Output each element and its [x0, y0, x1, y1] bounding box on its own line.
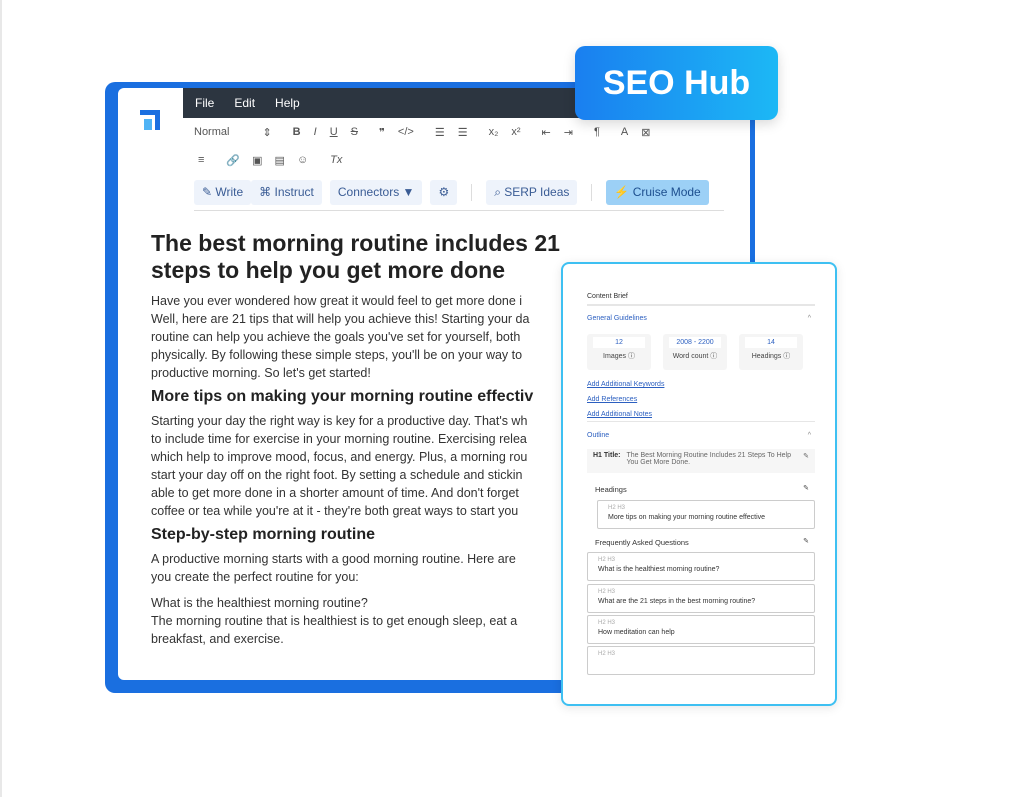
chevron-up-icon[interactable]: ^ — [808, 315, 811, 322]
faq-label: Frequently Asked Questions — [595, 538, 689, 547]
bullet-list-button[interactable]: ☰ — [458, 126, 468, 139]
divider — [587, 421, 815, 422]
superscript-button[interactable]: x² — [511, 126, 520, 139]
image-button[interactable]: ▣ — [252, 154, 262, 167]
italic-button[interactable]: I — [314, 126, 317, 139]
style-select-arrow-icon[interactable]: ⇕ — [262, 126, 271, 139]
app-logo — [140, 110, 160, 130]
instruct-button[interactable]: ⌘ Instruct — [251, 180, 322, 205]
edit-icon[interactable]: ✎ — [803, 452, 809, 470]
outdent-button[interactable]: ⇤ — [542, 126, 551, 139]
heading-item[interactable]: H2 H3 More tips on making your morning ro… — [597, 500, 815, 529]
headings-label: Headings — [595, 485, 627, 494]
serp-ideas-button[interactable]: ⌕ SERP Ideas — [486, 180, 578, 205]
general-guidelines-header[interactable]: General Guidelines — [587, 315, 647, 322]
outline-header[interactable]: Outline — [587, 432, 609, 439]
edit-icon[interactable]: ✎ — [803, 484, 809, 492]
indent-button[interactable]: ⇥ — [564, 126, 573, 139]
add-keywords-link[interactable]: Add Additional Keywords — [587, 381, 664, 388]
action-bar: ✎ Write ⌘ Instruct Connectors ▼ ⚙ ⌕ SERP… — [194, 180, 724, 211]
background-color-button[interactable]: ⊠ — [641, 126, 650, 139]
panel-title: Content Brief — [587, 293, 628, 300]
text-color-button[interactable]: A — [621, 126, 628, 139]
h1-title-row[interactable]: H1 Title: The Best Morning Routine Includ… — [587, 449, 815, 473]
seo-hub-badge: SEO Hub — [575, 46, 778, 120]
code-button[interactable]: </> — [398, 126, 414, 139]
add-notes-link[interactable]: Add Additional Notes — [587, 411, 652, 418]
divider — [587, 304, 815, 306]
strike-button[interactable]: S — [351, 126, 358, 139]
style-select[interactable]: Normal — [194, 126, 229, 139]
guideline-stats: 12 Images ⓘ 2008 - 2200 Word count ⓘ 14 Hea… — [587, 334, 803, 370]
bold-button[interactable]: B — [293, 126, 301, 139]
divider — [471, 184, 473, 201]
emoji-button[interactable]: ☺ — [297, 154, 308, 167]
direction-button[interactable]: ¶ — [594, 126, 600, 139]
faq-item[interactable]: H2 H3 What are the 21 steps in the best m… — [587, 584, 815, 613]
faq-item[interactable]: H2 H3 What is the healthiest morning rout… — [587, 552, 815, 581]
link-button[interactable]: 🔗 — [226, 154, 240, 167]
chevron-up-icon[interactable]: ^ — [808, 432, 811, 439]
menu-edit[interactable]: Edit — [234, 96, 255, 110]
stat-headings: 14 Headings ⓘ — [739, 334, 803, 370]
stat-word-count: 2008 - 2200 Word count ⓘ — [663, 334, 727, 370]
add-references-link[interactable]: Add References — [587, 396, 637, 403]
subscript-button[interactable]: x₂ — [489, 126, 499, 139]
faq-item[interactable]: H2 H3 How meditation can help — [587, 615, 815, 644]
document-title: The best morning routine includes 21 ste… — [151, 230, 560, 283]
menu-help[interactable]: Help — [275, 96, 300, 110]
video-button[interactable]: ▤ — [275, 154, 285, 167]
divider — [591, 184, 593, 201]
format-toolbar: Normal ⇕ B I U S ❞ </> ☰ ☰ x₂ x² ⇤ ⇥ ¶ A… — [194, 126, 650, 139]
stat-images: 12 Images ⓘ — [587, 334, 651, 370]
connectors-dropdown[interactable]: Connectors ▼ — [329, 180, 423, 205]
settings-button[interactable]: ⚙ — [430, 180, 458, 205]
menu-file[interactable]: File — [195, 96, 214, 110]
faq-item[interactable]: H2 H3 — [587, 646, 815, 675]
edit-icon[interactable]: ✎ — [803, 537, 809, 545]
write-button[interactable]: ✎ Write — [194, 180, 252, 205]
format-toolbar-row2: ≡ 🔗 ▣ ▤ ☺ Tx — [198, 154, 342, 167]
content-brief-panel: Content Brief General Guidelines ^ 12 Ima… — [561, 262, 837, 706]
align-button[interactable]: ≡ — [198, 154, 204, 167]
ordered-list-button[interactable]: ☰ — [435, 126, 445, 139]
quote-button[interactable]: ❞ — [379, 126, 385, 139]
cruise-mode-button[interactable]: ⚡ Cruise Mode — [606, 180, 709, 205]
underline-button[interactable]: U — [330, 126, 338, 139]
clear-format-button[interactable]: Tx — [330, 154, 342, 167]
